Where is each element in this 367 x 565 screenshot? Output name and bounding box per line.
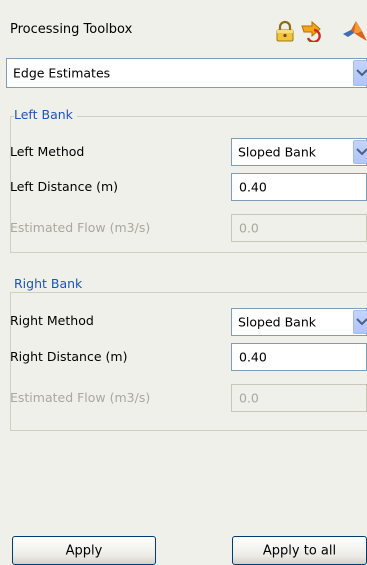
- left-method-value: Sloped Bank: [238, 144, 316, 160]
- left-bank-group-bottom: [10, 252, 367, 253]
- left-estimated-flow-field: 0.0: [231, 214, 367, 242]
- lock-icon[interactable]: [274, 20, 296, 42]
- panel-title: Processing Toolbox: [10, 22, 133, 37]
- left-bank-group-title: Left Bank: [14, 107, 77, 122]
- right-estimated-flow-field: 0.0: [231, 384, 367, 412]
- processing-mode-select[interactable]: Edge Estimates: [6, 58, 367, 88]
- right-bank-group-bottom: [10, 430, 367, 431]
- left-method-label: Left Method: [10, 144, 85, 159]
- apply-to-all-button-label: Apply to all: [262, 543, 337, 558]
- right-method-label: Right Method: [10, 313, 94, 328]
- apply-button-label: Apply: [65, 543, 103, 558]
- chevron-down-icon[interactable]: [353, 310, 367, 334]
- right-bank-group-border: [10, 292, 367, 293]
- right-distance-label: Right Distance (m): [10, 349, 128, 364]
- left-estimated-flow-value: 0.0: [239, 220, 259, 236]
- left-distance-label: Left Distance (m): [10, 179, 119, 194]
- processing-mode-value: Edge Estimates: [13, 65, 111, 81]
- chevron-down-icon[interactable]: [353, 60, 367, 86]
- left-estimated-flow-label: Estimated Flow (m3/s): [10, 220, 151, 235]
- undo-arrow-icon[interactable]: [300, 20, 326, 44]
- right-method-select[interactable]: Sloped Bank: [231, 308, 367, 336]
- matlab-logo-icon[interactable]: [342, 19, 367, 43]
- right-bank-group-title: Right Bank: [14, 276, 87, 291]
- right-estimated-flow-value: 0.0: [239, 390, 259, 406]
- apply-button[interactable]: Apply: [12, 536, 156, 565]
- right-distance-value: 0.40: [239, 349, 267, 365]
- left-distance-input[interactable]: 0.40: [231, 173, 367, 201]
- left-distance-value: 0.40: [239, 179, 267, 195]
- apply-to-all-button[interactable]: Apply to all: [232, 536, 367, 565]
- left-method-select[interactable]: Sloped Bank: [231, 138, 367, 166]
- right-estimated-flow-label: Estimated Flow (m3/s): [10, 390, 151, 405]
- right-method-value: Sloped Bank: [238, 314, 316, 330]
- right-distance-input[interactable]: 0.40: [231, 343, 367, 371]
- chevron-down-icon[interactable]: [353, 140, 367, 164]
